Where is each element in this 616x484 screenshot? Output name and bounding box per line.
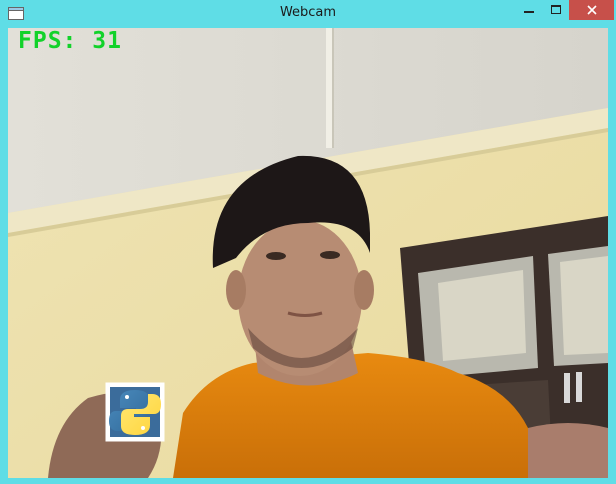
title-bar[interactable]: Webcam xyxy=(0,0,616,28)
webcam-frame xyxy=(8,28,608,478)
close-button[interactable] xyxy=(569,0,614,20)
python-logo-icon xyxy=(106,383,164,441)
minimize-icon xyxy=(524,11,534,13)
minimize-button[interactable] xyxy=(515,0,543,20)
camera-feed: FPS: 31 xyxy=(8,28,608,478)
webcam-window: Webcam FPS: 31 xyxy=(0,0,616,484)
maximize-button[interactable] xyxy=(543,0,569,20)
fps-counter: FPS: 31 xyxy=(18,28,122,54)
close-icon xyxy=(586,5,597,15)
maximize-icon xyxy=(551,5,561,14)
